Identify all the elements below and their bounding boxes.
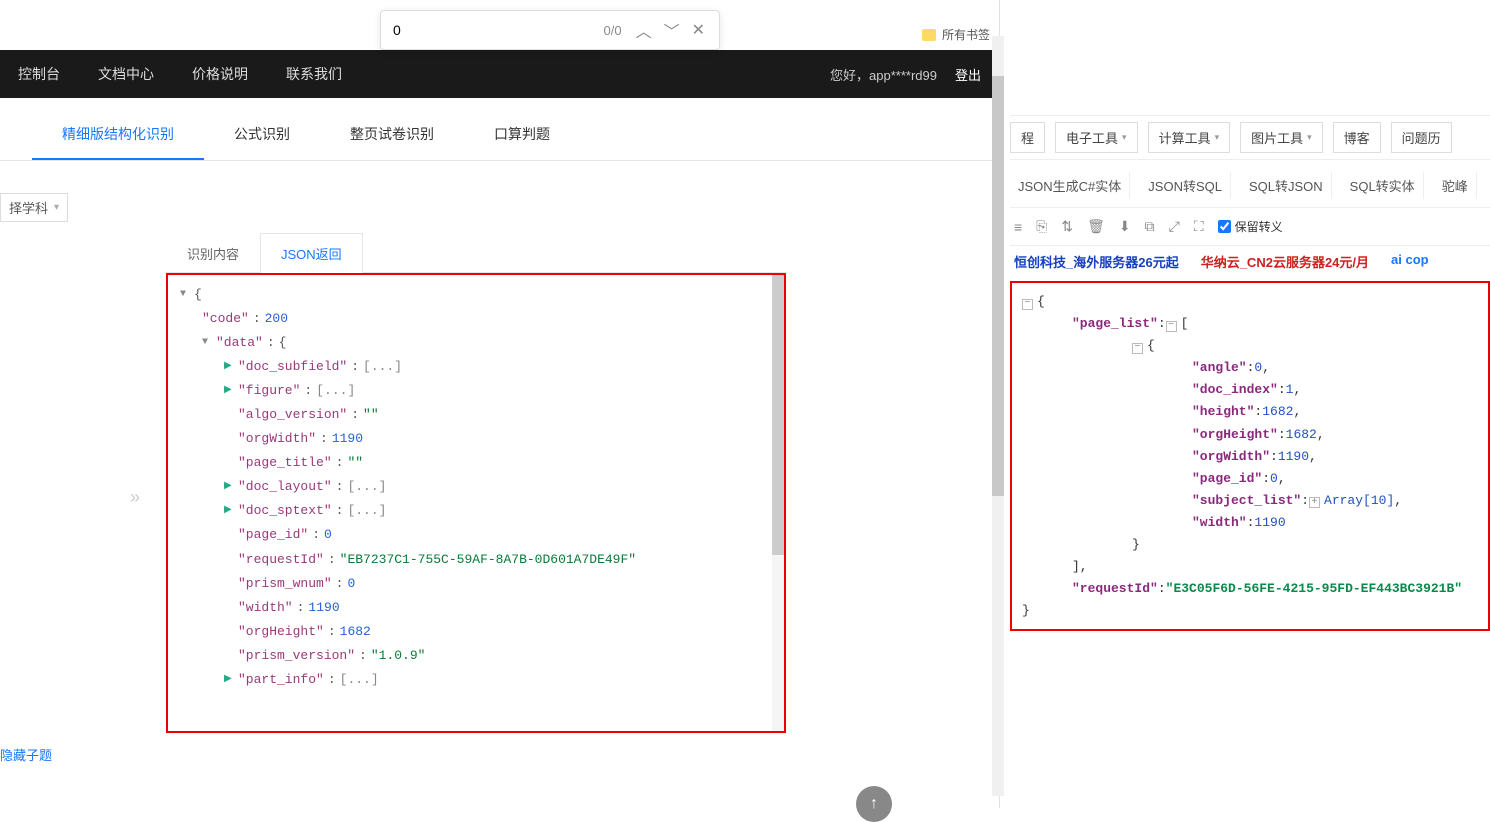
tool-row-2: JSON生成C#实体 JSON转SQL SQL转JSON SQL转实体驼峰	[1010, 166, 1490, 208]
expand-toggle-icon[interactable]	[224, 671, 234, 690]
chevron-down-icon: ▾	[1307, 132, 1312, 143]
tab-fullpage[interactable]: 整页试卷识别	[320, 110, 464, 160]
json-field: "width":1190	[180, 596, 772, 620]
expand-icon[interactable]: ⛶	[1194, 218, 1204, 235]
right-pane: 程电子工具▾ 计算工具▾ 图片工具▾ 博客问题历 JSON生成C#实体 JSON转SQL…	[1010, 0, 1490, 808]
scrollbar[interactable]	[992, 36, 1004, 796]
json-field: "prism_wnum":0	[180, 572, 772, 596]
find-prev-icon[interactable]: ︿	[630, 14, 658, 46]
json-field: "figure":[...]	[180, 379, 772, 403]
tab-content[interactable]: 识别内容	[166, 233, 260, 273]
copy-icon[interactable]: ⎘	[1036, 218, 1047, 235]
nav-logout[interactable]: 登出	[955, 65, 981, 84]
trash-icon[interactable]: 🗑	[1087, 218, 1105, 235]
json-viewer-left: {"code":200"data":{"doc_subfield":[...]"…	[166, 273, 786, 733]
tool-row-1: 程电子工具▾ 计算工具▾ 图片工具▾ 博客问题历	[1010, 115, 1490, 160]
ad-link-3[interactable]: ai cop	[1391, 252, 1429, 271]
scrollbar[interactable]	[772, 275, 784, 731]
main-tabs: 精细版结构化识别 公式识别 整页试卷识别 口算判题	[0, 110, 999, 161]
tool-link[interactable]: SQL转实体	[1342, 172, 1424, 199]
list-icon[interactable]: ⇅	[1061, 218, 1073, 235]
expand-toggle-icon[interactable]	[224, 358, 234, 377]
find-next-icon[interactable]: ﹀	[658, 14, 686, 46]
json-field: "doc_subfield":[...]	[180, 355, 772, 379]
database-icon[interactable]: ≡	[1014, 219, 1022, 235]
tool-button[interactable]: 计算工具▾	[1148, 122, 1231, 153]
chevron-down-icon: ▾	[1122, 132, 1127, 143]
duplicate-icon[interactable]: ⧉	[1145, 218, 1155, 235]
tab-structured-ocr[interactable]: 精细版结构化识别	[32, 110, 204, 160]
expand-handle-icon[interactable]: »	[130, 487, 140, 508]
chevron-down-icon: ▾	[1215, 132, 1220, 143]
find-count: 0/0	[603, 23, 621, 38]
top-navbar: 控制台 文档中心 价格说明 联系我们 您好，app****rd99 登出	[0, 50, 999, 98]
nav-console[interactable]: 控制台	[18, 64, 60, 84]
find-bar: 0/0 ︿ ﹀ ✕	[380, 10, 720, 50]
icon-toolbar: ≡ ⎘ ⇅ 🗑 ⬇ ⧉ ⤢ ⛶ 保留转义	[1010, 208, 1490, 246]
nav-docs[interactable]: 文档中心	[98, 64, 154, 84]
json-field: "requestId":"EB7237C1-755C-59AF-8A7B-0D6…	[180, 548, 772, 572]
json-field: "page_title":""	[180, 451, 772, 475]
find-close-icon[interactable]: ✕	[686, 16, 711, 44]
tool-button[interactable]: 博客	[1333, 122, 1381, 153]
ad-link-1[interactable]: 恒创科技_海外服务器26元起	[1014, 252, 1179, 271]
json-field: "orgHeight":1682	[180, 620, 772, 644]
nav-pricing[interactable]: 价格说明	[192, 64, 248, 84]
tool-button[interactable]: 图片工具▾	[1240, 122, 1323, 153]
find-input[interactable]	[389, 22, 595, 38]
json-field: "doc_sptext":[...]	[180, 499, 772, 523]
json-field: "prism_version":"1.0.9"	[180, 644, 772, 668]
tab-arithmetic[interactable]: 口算判题	[464, 110, 580, 160]
tool-button[interactable]: 问题历	[1391, 122, 1452, 153]
download-icon[interactable]: ⬇	[1119, 218, 1131, 235]
expand-toggle-icon[interactable]	[224, 382, 234, 401]
tool-button[interactable]: 程	[1010, 122, 1045, 153]
ad-link-2[interactable]: 华纳云_CN2云服务器24元/月	[1201, 252, 1369, 271]
scroll-top-fab[interactable]: ↑	[856, 786, 892, 822]
nav-contact[interactable]: 联系我们	[286, 64, 342, 84]
arrow-up-icon: ↑	[870, 795, 878, 813]
json-field: "part_info":[...]	[180, 668, 772, 692]
json-viewer-right: −{"page_list":−[−{"angle":0,"doc_index":…	[1010, 281, 1490, 631]
tool-button[interactable]: 电子工具▾	[1055, 122, 1138, 153]
tool-link[interactable]: JSON转SQL	[1140, 172, 1231, 199]
json-field: "page_id":0	[180, 523, 772, 547]
json-field: "doc_layout":[...]	[180, 475, 772, 499]
json-field: "orgWidth":1190	[180, 427, 772, 451]
result-tabs: 识别内容 JSON返回	[166, 232, 786, 273]
tool-link[interactable]: 驼峰	[1434, 172, 1477, 199]
left-pane: 控制台 文档中心 价格说明 联系我们 您好，app****rd99 登出 精细版…	[0, 0, 1000, 808]
hide-subquestion-link[interactable]: 隐藏子题	[0, 745, 52, 764]
subject-dropdown[interactable]: 择学科 ▾	[0, 193, 68, 222]
tool-link[interactable]: SQL转JSON	[1241, 172, 1332, 199]
chevron-down-icon: ▾	[54, 202, 59, 213]
ad-links: 恒创科技_海外服务器26元起 华纳云_CN2云服务器24元/月 ai cop	[1010, 246, 1490, 281]
subject-label: 择学科	[9, 198, 48, 217]
expand-toggle-icon[interactable]	[224, 502, 234, 521]
nav-greeting: 您好，app****rd99	[830, 65, 937, 84]
tab-json-return[interactable]: JSON返回	[260, 233, 363, 273]
tool-link[interactable]: JSON生成C#实体	[1010, 172, 1130, 199]
json-field: "algo_version":""	[180, 403, 772, 427]
expand-toggle-icon[interactable]	[224, 478, 234, 497]
keep-escape-checkbox[interactable]: 保留转义	[1218, 218, 1283, 235]
tab-formula[interactable]: 公式识别	[204, 110, 320, 160]
collapse-icon[interactable]: ⤢	[1169, 218, 1180, 235]
